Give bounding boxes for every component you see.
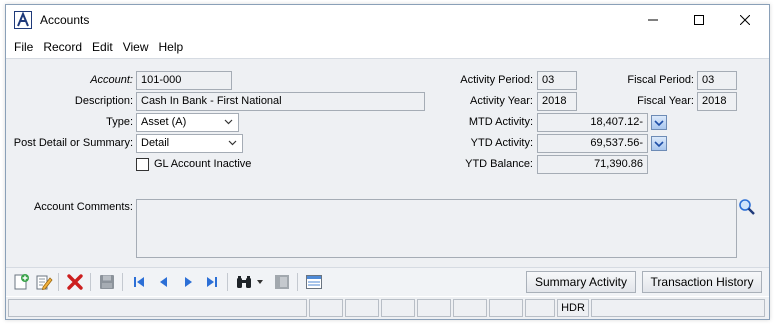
previous-record-button[interactable]: [155, 273, 173, 291]
gl-account-inactive-checkbox[interactable]: [136, 158, 149, 171]
new-record-icon: [14, 274, 29, 290]
description-label: Description:: [74, 95, 133, 107]
maximize-icon: [694, 15, 704, 25]
last-record-button[interactable]: [203, 273, 221, 291]
menu-edit[interactable]: Edit: [87, 37, 118, 57]
title-bar: Accounts: [6, 5, 769, 35]
fiscal-year-label: Fiscal Year:: [637, 95, 694, 107]
toolbar-separator: [297, 273, 298, 291]
toolbar-separator: [90, 273, 91, 291]
post-detail-label: Post Detail or Summary:: [13, 137, 133, 149]
delete-icon: [67, 274, 83, 290]
toolbar-separator: [122, 273, 123, 291]
lookup-button[interactable]: [273, 273, 291, 291]
delete-record-button[interactable]: [66, 273, 84, 291]
lookup-icon: [275, 275, 289, 289]
drilldown-icon: [654, 141, 664, 148]
close-icon: [740, 15, 750, 25]
transaction-history-button[interactable]: Transaction History: [642, 271, 762, 293]
status-panel: [381, 299, 415, 317]
ytd-activity-detail-button[interactable]: [651, 136, 667, 151]
next-record-button[interactable]: [179, 273, 197, 291]
mtd-activity-detail-button[interactable]: [651, 115, 667, 130]
ytd-activity-field: 69,537.56-: [537, 134, 648, 153]
close-button[interactable]: [722, 5, 768, 35]
first-record-icon: [134, 277, 144, 287]
zoom-comments-button[interactable]: [738, 198, 756, 216]
summary-activity-button[interactable]: Summary Activity: [526, 271, 636, 293]
ytd-balance-field: 71,390.86: [537, 155, 648, 174]
mtd-activity-label: MTD Activity:: [468, 116, 533, 128]
minimize-icon: [648, 19, 658, 21]
app-logo-icon: [14, 11, 32, 29]
previous-record-icon: [160, 277, 167, 287]
find-record-button[interactable]: [235, 273, 253, 291]
chevron-down-icon: [224, 119, 233, 125]
ytd-activity-label: YTD Activity:: [470, 137, 533, 149]
ytd-balance-label: YTD Balance:: [465, 158, 533, 170]
account-comments-textarea[interactable]: [136, 199, 737, 258]
chevron-down-icon: [228, 140, 237, 146]
record-toolbar: Summary Activity Transaction History: [6, 268, 769, 296]
maximize-button[interactable]: [676, 5, 722, 35]
window-title: Accounts: [40, 13, 90, 27]
activity-year-field[interactable]: 2018: [537, 92, 577, 111]
type-select-value: Asset (A): [141, 116, 187, 128]
status-panel: [453, 299, 487, 317]
status-panel: [417, 299, 451, 317]
list-view-icon: [306, 275, 322, 289]
account-field[interactable]: 101-000: [136, 71, 232, 90]
toolbar-separator: [227, 273, 228, 291]
first-record-button[interactable]: [130, 273, 148, 291]
status-panel: [525, 299, 555, 317]
last-record-icon: [207, 277, 217, 287]
gl-account-inactive-label: GL Account Inactive: [154, 158, 252, 170]
type-label: Type:: [106, 116, 133, 128]
mtd-activity-field: 18,407.12-: [537, 113, 648, 132]
menu-record[interactable]: Record: [38, 37, 87, 57]
find-icon: [237, 276, 251, 288]
minimize-button[interactable]: [630, 5, 676, 35]
status-mode-indicator: HDR: [557, 299, 589, 317]
fiscal-period-field: 03: [697, 71, 737, 90]
status-panel: [309, 299, 343, 317]
status-message-panel: [8, 299, 307, 317]
dropdown-arrow-icon: [257, 280, 263, 284]
list-view-button[interactable]: [305, 273, 323, 291]
menu-view[interactable]: View: [118, 37, 154, 57]
account-form: Account: 101-000 Description: Cash In Ba…: [6, 58, 769, 268]
type-select[interactable]: Asset (A): [136, 113, 239, 132]
save-record-button[interactable]: [98, 273, 116, 291]
status-panel: [591, 299, 765, 317]
status-panel: [345, 299, 379, 317]
find-options-dropdown[interactable]: [255, 273, 265, 291]
activity-period-field[interactable]: 03: [537, 71, 577, 90]
account-comments-label: Account Comments:: [33, 201, 133, 213]
status-panel: [489, 299, 523, 317]
menu-help[interactable]: Help: [154, 37, 189, 57]
description-field[interactable]: Cash In Bank - First National: [136, 92, 425, 111]
accounts-window: Accounts File Record Edit View Help Acco…: [5, 4, 770, 320]
menu-bar: File Record Edit View Help: [6, 37, 769, 57]
account-label: Account:: [90, 74, 133, 86]
save-icon: [100, 275, 114, 289]
edit-record-icon: [36, 275, 53, 291]
edit-record-button[interactable]: [35, 273, 53, 291]
fiscal-year-field: 2018: [697, 92, 737, 111]
toolbar-separator: [58, 273, 59, 291]
next-record-icon: [185, 277, 192, 287]
new-record-button[interactable]: [12, 273, 30, 291]
drilldown-icon: [654, 120, 664, 127]
post-detail-select-value: Detail: [141, 137, 170, 149]
menu-file[interactable]: File: [6, 37, 38, 57]
status-bar: HDR: [6, 297, 769, 319]
activity-year-label: Activity Year:: [470, 95, 533, 107]
fiscal-period-label: Fiscal Period:: [627, 74, 694, 86]
magnifier-icon: [739, 199, 755, 215]
post-detail-select[interactable]: Detail: [136, 134, 243, 153]
activity-period-label: Activity Period:: [460, 74, 533, 86]
